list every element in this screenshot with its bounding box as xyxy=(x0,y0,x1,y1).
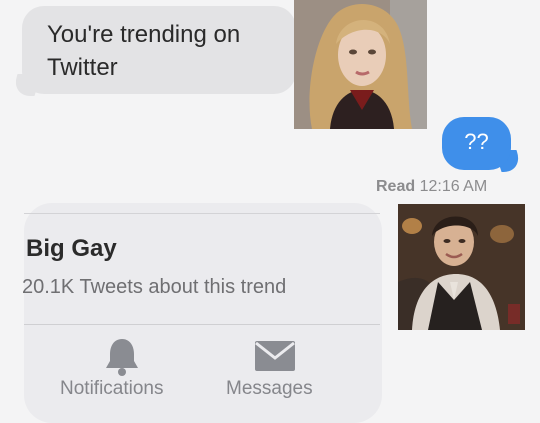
read-time: 12:16 AM xyxy=(419,178,488,195)
card-top-divider xyxy=(24,213,380,214)
man-portrait-image xyxy=(398,204,525,330)
woman-photo[interactable] xyxy=(294,0,427,129)
nav-messages[interactable]: Messages xyxy=(222,336,332,400)
bell-icon xyxy=(106,339,138,376)
man-photo[interactable] xyxy=(398,204,525,330)
outgoing-message-text: ?? xyxy=(464,129,489,154)
envelope-icon xyxy=(255,341,295,371)
nav-notifications[interactable]: Notifications xyxy=(58,336,188,400)
trend-title: Big Gay xyxy=(26,235,117,262)
nav-notifications-label: Notifications xyxy=(60,378,164,399)
nav-messages-label: Messages xyxy=(226,378,313,399)
card-nav-divider xyxy=(24,324,380,325)
read-status: Read xyxy=(376,178,416,195)
trend-tweet-count: 20.1K Tweets about this trend xyxy=(22,276,287,298)
woman-portrait-image xyxy=(294,0,427,129)
read-receipt: Read 12:16 AM xyxy=(376,178,487,196)
incoming-message-text: You're trending on Twitter xyxy=(47,21,241,81)
